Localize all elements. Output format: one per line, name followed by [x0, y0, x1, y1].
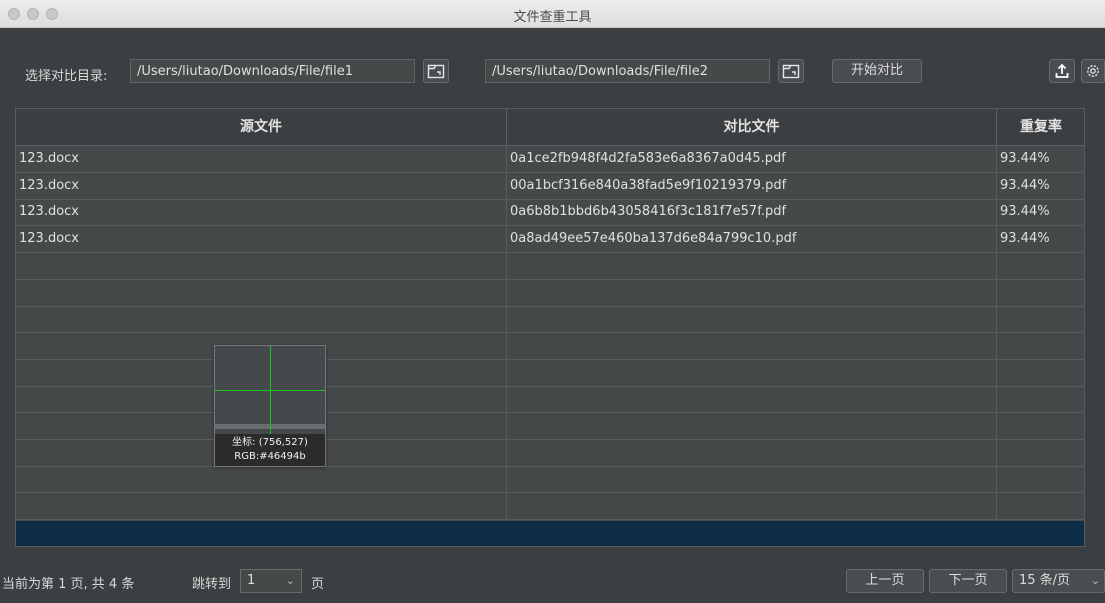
duplicate-rate-cell: 93.44%	[997, 226, 1084, 252]
empty-row[interactable]	[16, 332, 1084, 360]
window-title: 文件查重工具	[513, 10, 592, 25]
compare-file-cell	[507, 413, 997, 439]
source-file-cell	[16, 493, 507, 520]
source-path-input[interactable]	[130, 59, 415, 83]
prev-page-button[interactable]: 上一页	[846, 569, 924, 593]
compare-file-cell	[507, 466, 997, 493]
table-row[interactable]: 123.docx 0a8ad49ee57e460ba137d6e84a799c10…	[16, 226, 1084, 254]
duplicate-rate-cell	[997, 306, 1084, 332]
duplicate-rate-cell: 93.44%	[997, 146, 1084, 172]
magnifier-view	[215, 346, 325, 434]
duplicate-rate-cell	[997, 413, 1084, 439]
table-header: 源文件 对比文件 重复率	[16, 109, 1084, 146]
source-file-cell: 123.docx	[16, 146, 507, 172]
compare-file-cell	[507, 306, 997, 333]
page-suffix: 页	[311, 577, 325, 592]
table-scroll-gutter	[1085, 108, 1105, 547]
folder-open-icon	[782, 64, 800, 79]
empty-row[interactable]	[16, 306, 1084, 334]
start-compare-button[interactable]: 开始对比	[832, 59, 922, 83]
upload-icon	[1055, 63, 1069, 78]
column-header-rate[interactable]: 重复率	[997, 109, 1084, 146]
page-jump-value: 1	[247, 573, 256, 588]
source-file-cell: 123.docx	[16, 199, 507, 226]
empty-row[interactable]	[16, 466, 1084, 494]
source-file-cell	[16, 466, 507, 493]
column-header-compare[interactable]: 对比文件	[507, 109, 997, 146]
chevron-down-icon: ⌄	[285, 574, 295, 587]
empty-row[interactable]	[16, 279, 1084, 307]
table-row[interactable]: 123.docx 00a1bcf316e840a38fad5e9f10219379…	[16, 172, 1084, 200]
duplicate-rate-cell	[997, 466, 1084, 492]
page-info: 当前为第 1 页, 共 4 条	[2, 577, 135, 592]
duplicate-rate-cell	[997, 360, 1084, 386]
duplicate-rate-cell	[997, 280, 1084, 306]
duplicate-rate-cell	[997, 253, 1084, 279]
magnifier-overlay: 坐标: (756,527) RGB:#46494b	[214, 345, 326, 467]
chevron-down-icon: ⌄	[1090, 574, 1100, 587]
title-bar: 文件查重工具	[0, 0, 1105, 28]
source-file-cell	[16, 279, 507, 306]
pagination-bar: 当前为第 1 页, 共 4 条 跳转到 1 ⌄ 页 上一页 下一页 15 条/页…	[0, 565, 1105, 595]
compare-file-cell: 0a6b8b1bbd6b43058416f3c181f7e57f.pdf	[507, 199, 997, 226]
empty-row[interactable]	[16, 413, 1084, 440]
source-file-cell: 123.docx	[16, 226, 507, 253]
compare-file-cell: 00a1bcf316e840a38fad5e9f10219379.pdf	[507, 172, 997, 199]
compare-file-cell	[507, 493, 997, 520]
coordinate-readout: 坐标: (756,527)	[232, 437, 308, 448]
gear-icon	[1087, 65, 1099, 77]
source-file-cell: 123.docx	[16, 172, 507, 199]
rgb-readout: RGB:#46494b	[234, 451, 306, 462]
compare-file-cell	[507, 359, 997, 386]
empty-row[interactable]	[16, 439, 1084, 467]
target-path-input[interactable]	[485, 59, 770, 83]
compare-file-cell	[507, 386, 997, 413]
results-table: 源文件 对比文件 重复率 123.docx 0a1ce2fb948f4d2fa58…	[15, 108, 1085, 547]
compare-file-cell: 0a1ce2fb948f4d2fa583e6a8367a0d45.pdf	[507, 146, 997, 172]
selected-row[interactable]	[16, 521, 1084, 546]
duplicate-rate-cell	[997, 333, 1084, 359]
duplicate-rate-cell: 93.44%	[997, 199, 1084, 225]
page-size-select[interactable]: 15 条/页 ⌄	[1012, 569, 1105, 593]
duplicate-rate-cell	[997, 440, 1084, 466]
source-folder-button[interactable]	[423, 59, 449, 83]
duplicate-rate-cell	[997, 386, 1084, 412]
compare-file-cell: 0a8ad49ee57e460ba137d6e84a799c10.pdf	[507, 226, 997, 253]
jump-label: 跳转到	[192, 577, 232, 592]
empty-row[interactable]	[16, 386, 1084, 414]
page-jump-select[interactable]: 1 ⌄	[240, 569, 302, 593]
table-row[interactable]: 123.docx 0a6b8b1bbd6b43058416f3c181f7e57f…	[16, 199, 1084, 227]
empty-row[interactable]	[16, 493, 1084, 521]
toolbar: 选择对比目录: 开始对比	[0, 28, 1105, 108]
source-file-cell	[16, 252, 507, 279]
folder-open-icon	[427, 64, 445, 79]
next-page-button[interactable]: 下一页	[929, 569, 1007, 593]
target-folder-button[interactable]	[778, 59, 804, 83]
table-row[interactable]: 123.docx 0a1ce2fb948f4d2fa583e6a8367a0d45…	[16, 146, 1084, 173]
compare-file-cell	[507, 279, 997, 306]
empty-row[interactable]	[16, 359, 1084, 387]
duplicate-rate-cell: 93.44%	[997, 173, 1084, 199]
compare-file-cell	[507, 252, 997, 279]
directory-label: 选择对比目录:	[25, 69, 108, 84]
source-file-cell	[16, 306, 507, 333]
compare-file-cell	[507, 332, 997, 359]
column-header-source[interactable]: 源文件	[16, 109, 507, 146]
settings-button[interactable]	[1081, 59, 1105, 83]
compare-file-cell	[507, 439, 997, 466]
empty-row[interactable]	[16, 252, 1084, 280]
crosshair-vertical	[270, 346, 271, 434]
page-size-value: 15 条/页	[1019, 573, 1071, 588]
export-button[interactable]	[1049, 59, 1075, 83]
duplicate-rate-cell	[997, 493, 1084, 519]
magnifier-info: 坐标: (756,527) RGB:#46494b	[215, 434, 325, 466]
